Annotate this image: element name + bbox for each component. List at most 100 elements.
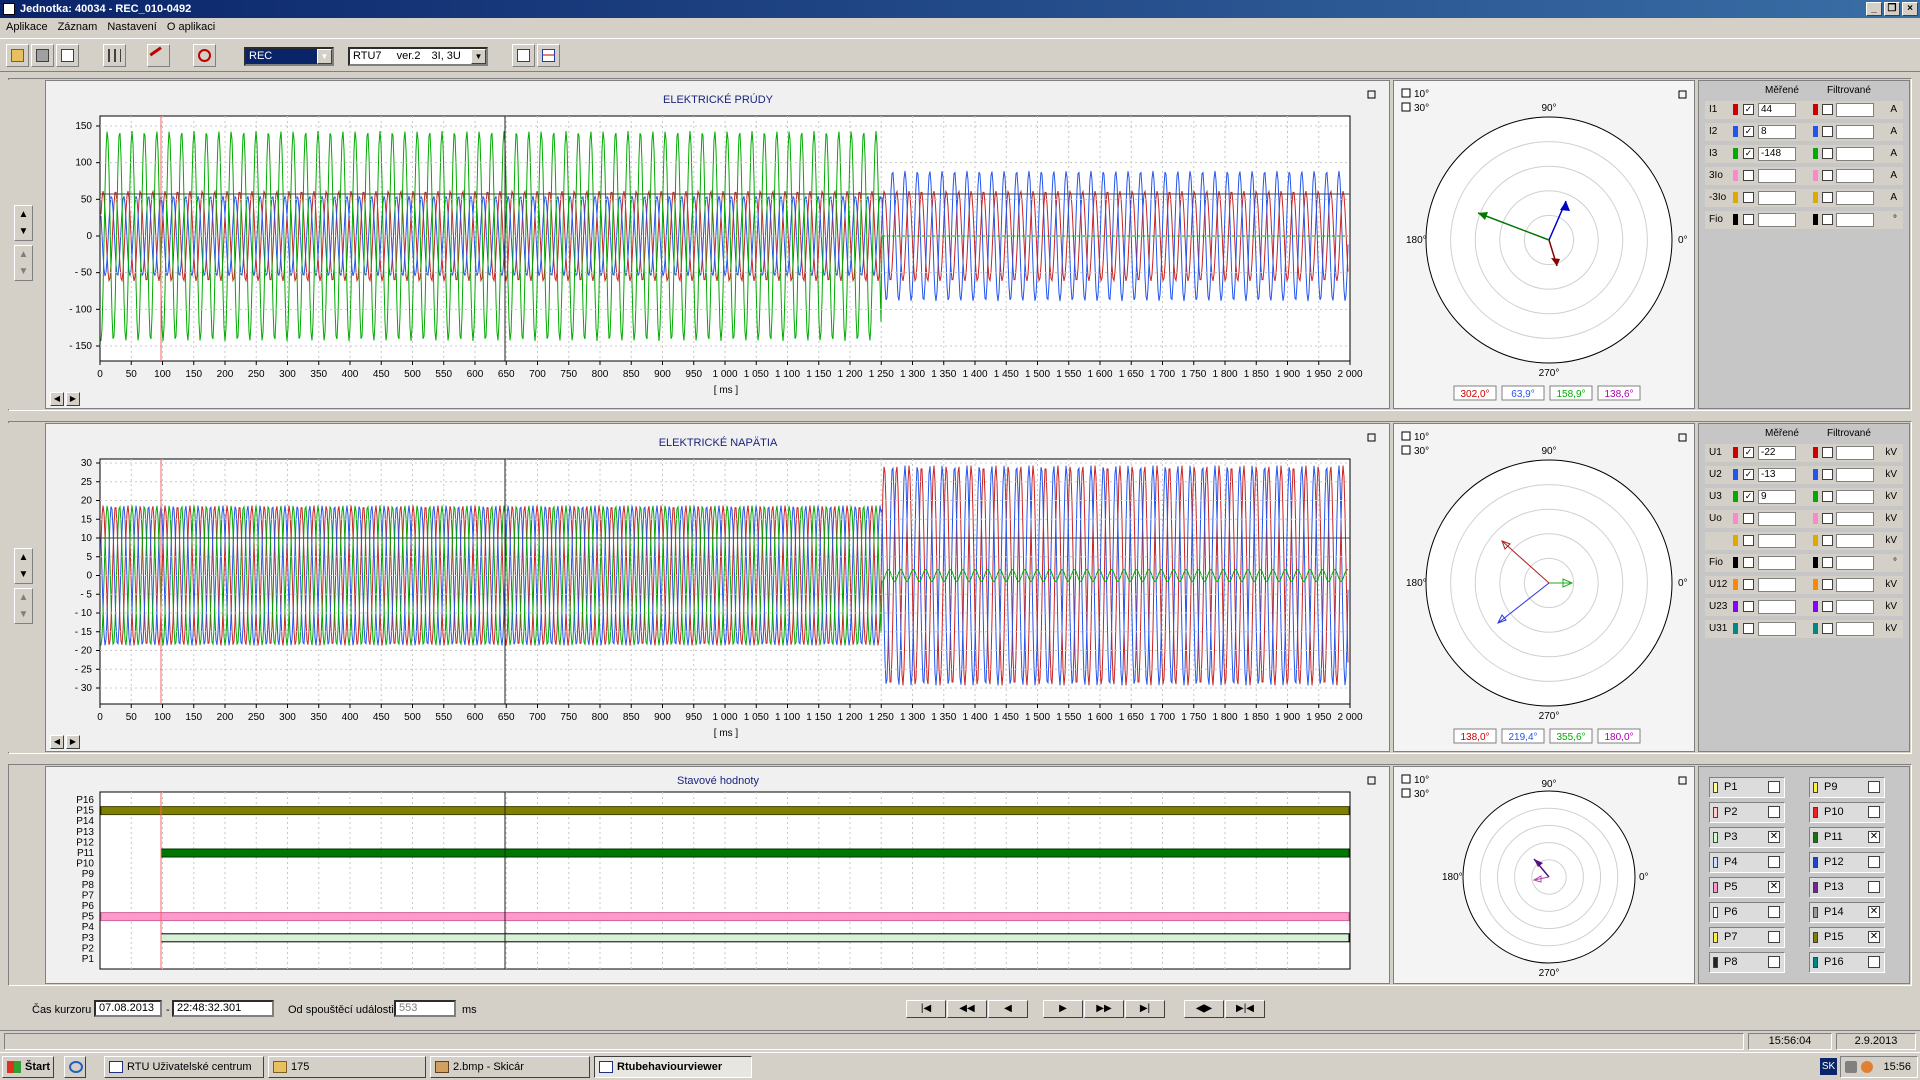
input-checkbox[interactable] (1768, 781, 1780, 793)
filtered-checkbox[interactable] (1822, 623, 1833, 634)
filtered-checkbox[interactable] (1822, 447, 1833, 458)
input-checkbox[interactable] (1768, 856, 1780, 868)
filtered-checkbox[interactable] (1822, 214, 1833, 225)
chevron-down-icon[interactable]: ▼ (317, 49, 332, 64)
tray-icon[interactable] (1845, 1061, 1857, 1073)
menu-zaznam[interactable]: Záznam (58, 18, 98, 36)
restore-button[interactable]: ❐ (1884, 2, 1900, 16)
device-select[interactable]: RTU7 ver.2 3I, 3U ▼ (348, 47, 488, 66)
checkbox-30deg[interactable] (1401, 788, 1411, 798)
close-button[interactable]: × (1902, 2, 1918, 16)
measured-checkbox[interactable] (1743, 601, 1754, 612)
fast-back-button[interactable]: ◀◀ (947, 1000, 987, 1018)
minimize-button[interactable]: _ (1866, 2, 1882, 16)
filtered-checkbox[interactable] (1822, 491, 1833, 502)
cursor-time-field[interactable]: 22:48:32.301 (172, 1000, 274, 1017)
tray-icon[interactable] (1861, 1061, 1873, 1073)
filtered-checkbox[interactable] (1822, 192, 1833, 203)
checkbox-30deg[interactable] (1401, 445, 1411, 455)
save-button[interactable] (31, 44, 54, 67)
chevron-down-icon[interactable]: ▼ (471, 49, 486, 64)
checkbox-10deg[interactable] (1401, 431, 1411, 441)
tool-button[interactable] (147, 44, 170, 67)
scroll-right-button[interactable]: ▶ (66, 735, 80, 749)
input-checkbox[interactable] (1768, 931, 1780, 943)
shrink-range-button[interactable]: ▶|◀ (1225, 1000, 1265, 1018)
filtered-checkbox[interactable] (1822, 126, 1833, 137)
input-checkbox[interactable] (1768, 806, 1780, 818)
currents-chart[interactable]: ELEKTRICKÉ PRÚDY 150100500- 50- 100- 150… (46, 81, 1391, 410)
measured-checkbox[interactable] (1743, 579, 1754, 590)
measured-checkbox[interactable] (1743, 170, 1754, 181)
filtered-checkbox[interactable] (1822, 535, 1833, 546)
maximize-icon[interactable] (1678, 433, 1687, 442)
task-rtubehaviourviewer[interactable]: Rtubehaviourviewer (594, 1056, 752, 1078)
checkbox-30deg[interactable] (1401, 102, 1411, 112)
zoom-y-reset-button[interactable]: ▲ ▼ (14, 588, 33, 624)
input-checkbox[interactable] (1868, 881, 1880, 893)
event-offset-field[interactable]: 553 (394, 1000, 456, 1017)
maximize-icon[interactable] (1367, 776, 1376, 785)
filtered-checkbox[interactable] (1822, 513, 1833, 524)
menu-nastaveni[interactable]: Nastavení (107, 18, 157, 36)
measured-checkbox[interactable]: ✓ (1743, 447, 1754, 458)
start-button[interactable]: Štart (2, 1056, 54, 1078)
task-folder-175[interactable]: 175 (268, 1056, 426, 1078)
currents-plot[interactable]: ELEKTRICKÉ PRÚDY 150 100 50 0- 50- 100- 150… (45, 80, 1390, 409)
voltages-chart[interactable]: ELEKTRICKÉ NAPÄTIA 302520151050- 5- 10- … (46, 424, 1391, 753)
quicklaunch-ie[interactable] (64, 1056, 86, 1078)
filtered-checkbox[interactable] (1822, 601, 1833, 612)
filtered-checkbox[interactable] (1822, 579, 1833, 590)
input-checkbox[interactable]: ✕ (1868, 931, 1880, 943)
measured-checkbox[interactable] (1743, 214, 1754, 225)
report-button[interactable] (56, 44, 79, 67)
measured-checkbox[interactable] (1743, 535, 1754, 546)
input-checkbox[interactable] (1868, 856, 1880, 868)
waveform-button[interactable] (512, 44, 535, 67)
input-checkbox[interactable] (1768, 956, 1780, 968)
filtered-checkbox[interactable] (1822, 557, 1833, 568)
task-paint[interactable]: 2.bmp - Skicár (430, 1056, 590, 1078)
open-button[interactable] (6, 44, 29, 67)
scroll-left-button[interactable]: ◀ (50, 735, 64, 749)
measured-checkbox[interactable] (1743, 557, 1754, 568)
measured-checkbox[interactable]: ✓ (1743, 104, 1754, 115)
maximize-icon[interactable] (1367, 90, 1376, 99)
maximize-icon[interactable] (1678, 90, 1687, 99)
filtered-checkbox[interactable] (1822, 148, 1833, 159)
menu-o-aplikaci[interactable]: O aplikaci (167, 18, 215, 36)
maximize-icon[interactable] (1678, 776, 1687, 785)
filtered-checkbox[interactable] (1822, 469, 1833, 480)
input-checkbox[interactable] (1868, 956, 1880, 968)
layout-button[interactable] (103, 44, 126, 67)
chart-settings-button[interactable] (193, 44, 216, 67)
input-checkbox[interactable]: ✕ (1868, 906, 1880, 918)
status-plot[interactable]: Stavové hodnoty P16 P15 P14 P13 P12 P11 P10 P9 P… (45, 766, 1390, 984)
input-checkbox[interactable] (1868, 806, 1880, 818)
go-first-button[interactable]: |◀ (906, 1000, 946, 1018)
mode-select[interactable]: REC ▼ (244, 47, 334, 66)
input-checkbox[interactable]: ✕ (1768, 831, 1780, 843)
language-indicator[interactable]: SK (1820, 1058, 1837, 1075)
maximize-icon[interactable] (1367, 433, 1376, 442)
checkbox-10deg[interactable] (1401, 774, 1411, 784)
cursor-date-field[interactable]: 07.08.2013 (94, 1000, 162, 1017)
input-checkbox[interactable]: ✕ (1768, 881, 1780, 893)
measured-checkbox[interactable]: ✓ (1743, 469, 1754, 480)
expand-range-button[interactable]: ◀▶ (1184, 1000, 1224, 1018)
fast-forward-button[interactable]: ▶▶ (1084, 1000, 1124, 1018)
go-last-button[interactable]: ▶| (1125, 1000, 1165, 1018)
scroll-left-button[interactable]: ◀ (50, 392, 64, 406)
zoom-y-button[interactable]: ▲ ▼ (14, 548, 33, 584)
measured-checkbox[interactable]: ✓ (1743, 148, 1754, 159)
voltages-plot[interactable]: ELEKTRICKÉ NAPÄTIA 30 25 20 15 10 5 0- 5- 10- … (45, 423, 1390, 752)
split-view-button[interactable] (537, 44, 560, 67)
input-checkbox[interactable]: ✕ (1868, 831, 1880, 843)
scroll-right-button[interactable]: ▶ (66, 392, 80, 406)
status-chart[interactable]: Stavové hodnoty P16P15P14P13P12P11P10P9P… (46, 767, 1391, 985)
filtered-checkbox[interactable] (1822, 104, 1833, 115)
measured-checkbox[interactable] (1743, 192, 1754, 203)
measured-checkbox[interactable] (1743, 513, 1754, 524)
step-forward-button[interactable]: ▶ (1043, 1000, 1083, 1018)
zoom-y-reset-button[interactable]: ▲ ▼ (14, 245, 33, 281)
